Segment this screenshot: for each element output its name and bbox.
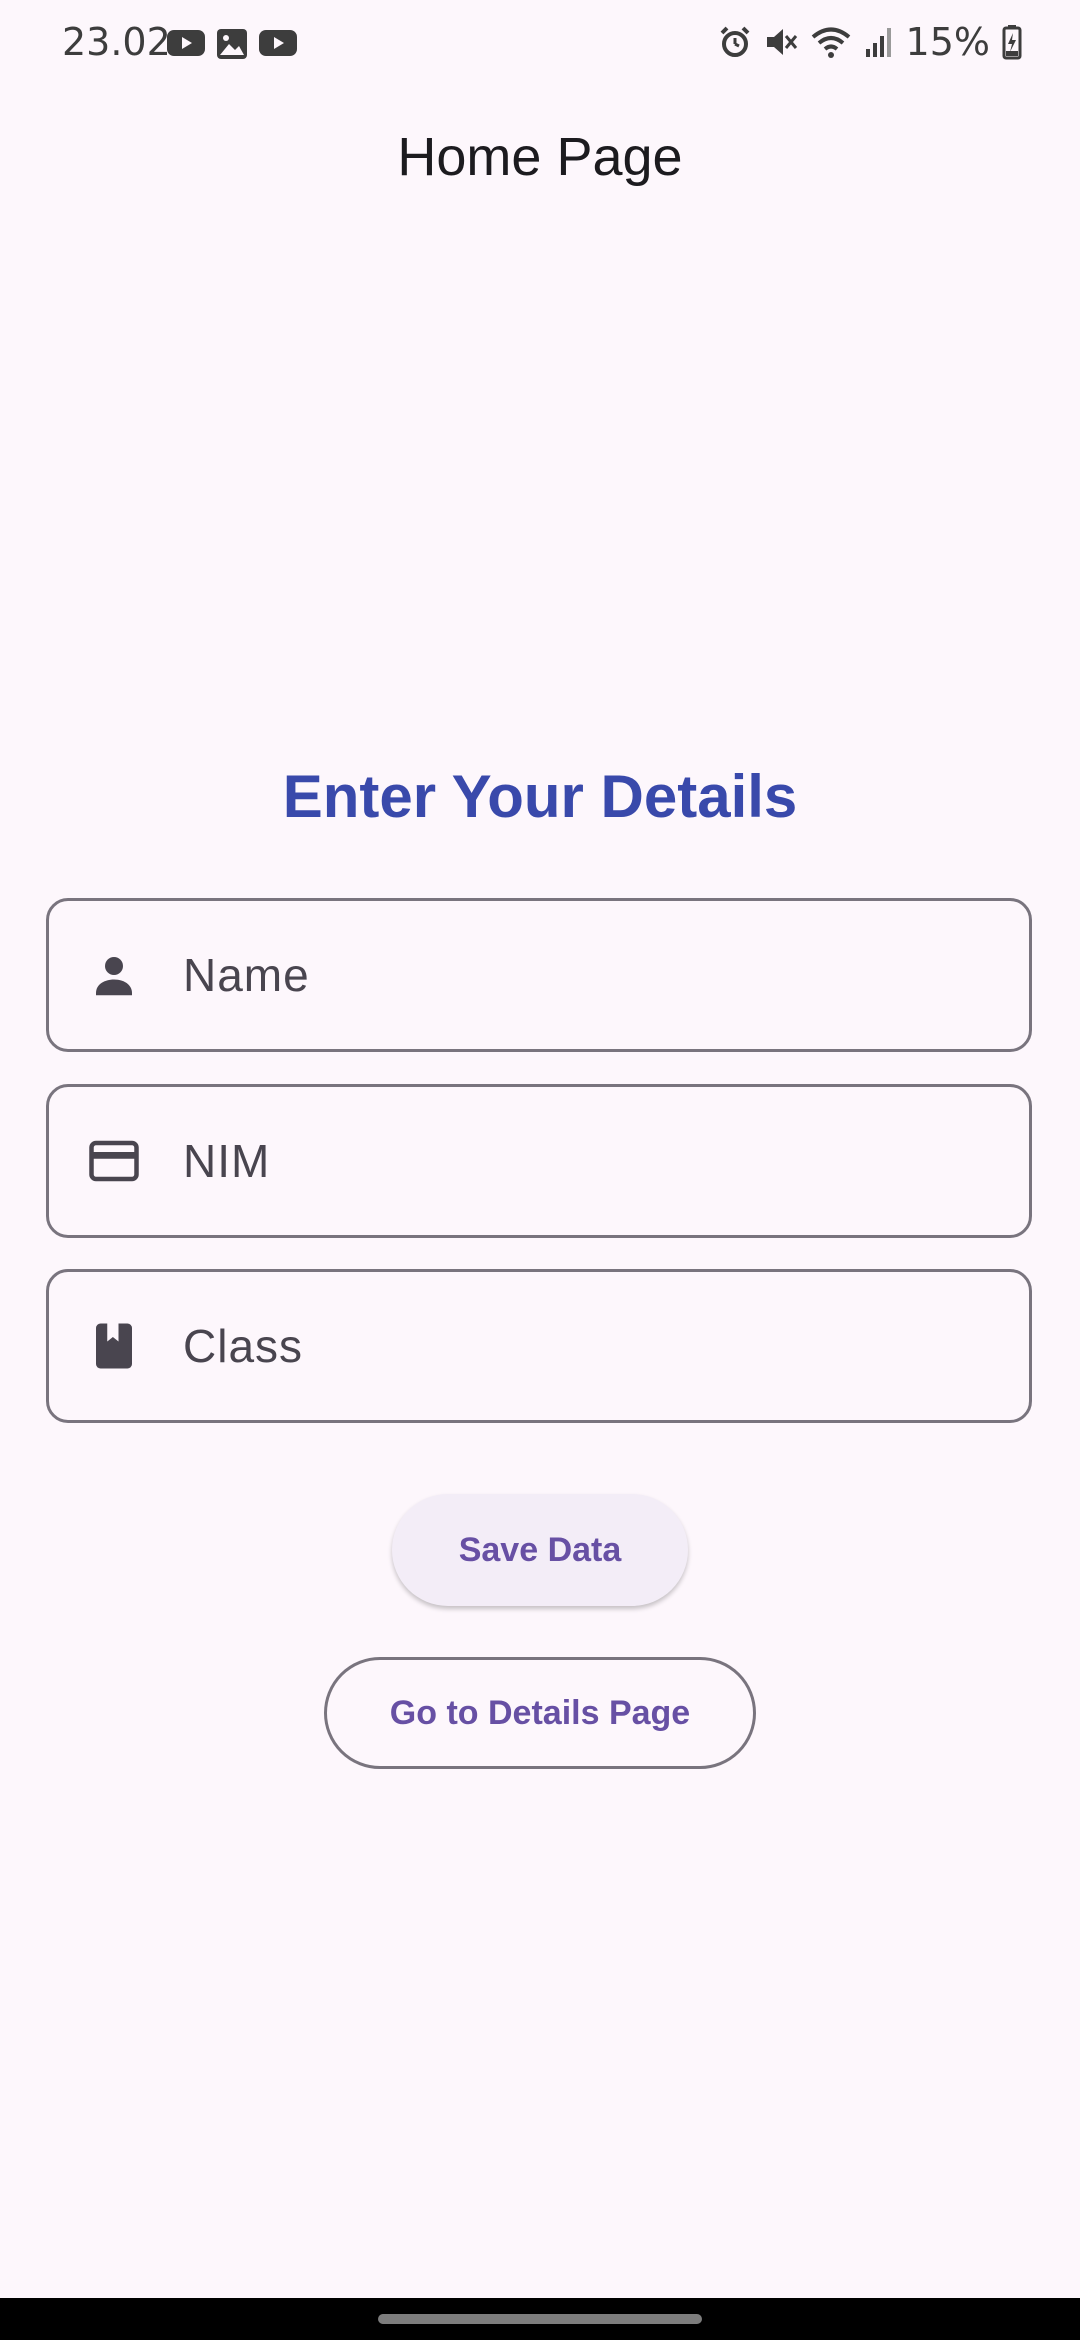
name-field-label: Name <box>183 949 310 1001</box>
nim-field-label: NIM <box>183 1135 271 1187</box>
credit-card-icon <box>89 1140 139 1182</box>
form-heading: Enter Your Details <box>282 763 798 830</box>
go-to-details-button[interactable]: Go to Details Page <box>324 1657 756 1769</box>
youtube-icon <box>259 30 297 56</box>
wifi-icon <box>811 27 850 58</box>
nim-field[interactable]: NIM <box>46 1084 1032 1238</box>
gallery-icon <box>217 29 247 59</box>
alarm-icon <box>720 26 749 57</box>
status-bar: 23.02 15% <box>0 0 1080 86</box>
save-data-button[interactable]: Save Data <box>392 1494 688 1606</box>
system-icons: 15% <box>718 20 1022 64</box>
battery-percent: 15% <box>905 20 990 64</box>
status-time: 23.02 <box>62 20 171 64</box>
book-icon <box>96 1323 132 1369</box>
signal-icon <box>865 28 891 57</box>
person-icon <box>96 957 132 996</box>
class-field[interactable]: Class <box>46 1269 1032 1423</box>
battery-icon <box>1002 25 1022 60</box>
name-field[interactable]: Name <box>46 898 1032 1052</box>
navigation-bar <box>0 2298 1080 2340</box>
youtube-icon <box>167 30 205 56</box>
page-title: Home Page <box>397 127 683 187</box>
class-field-label: Class <box>183 1320 304 1372</box>
home-gesture-handle[interactable] <box>378 2314 702 2324</box>
notification-icons <box>166 28 298 60</box>
mute-icon <box>766 29 797 55</box>
